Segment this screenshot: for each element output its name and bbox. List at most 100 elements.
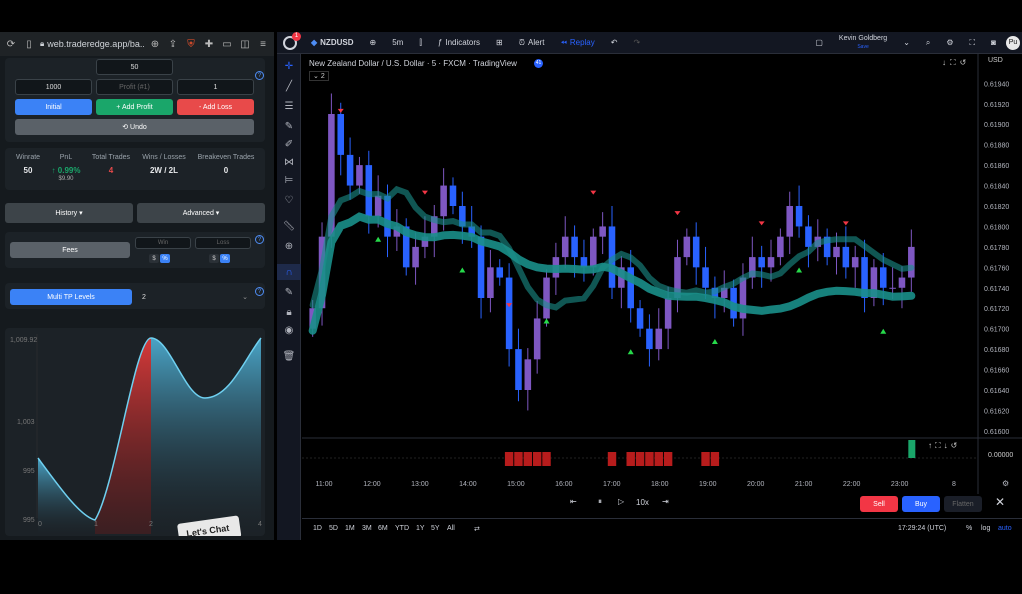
extensions-icon[interactable]: ✚ [202,39,216,50]
win-fee-toggle[interactable]: $% [149,254,170,263]
advanced-button[interactable]: Advanced ▾ [137,203,265,223]
interval-button[interactable]: 5m [384,38,411,47]
multi-tp-button[interactable]: Multi TP Levels [10,289,132,305]
indicators-button[interactable]: ƒ Indicators [430,38,488,47]
split-icon[interactable]: ◫ [238,39,252,50]
help-icon[interactable]: ? [255,235,264,244]
sell-signal-arrow [337,108,344,113]
percent-toggle[interactable]: % [966,525,972,532]
help-icon[interactable]: ? [255,287,264,296]
oscillator-bar [701,452,710,466]
undo-icon[interactable]: ↶ [603,38,626,47]
layout-select[interactable]: ▢ [807,38,831,47]
trendline-icon[interactable]: ╱ [277,78,301,94]
trash-icon[interactable]: 🗑︎ [277,348,301,364]
osc-controls[interactable]: ↑⛶↓↺ [928,441,960,451]
history-button[interactable]: History ▾ [5,203,133,223]
equity-curve-panel: 1,009.92 1,003 995 995 0 1 2 3 4 Let's C… [5,328,265,536]
help-icon[interactable]: ? [255,71,264,80]
buy-button[interactable]: Buy [902,496,940,512]
legend-toggle[interactable]: ⌄ 2 [309,71,329,81]
speed-button[interactable]: 10x [636,498,649,507]
fees-button[interactable]: Fees [10,242,130,258]
gear-icon[interactable]: ⚙ [938,38,961,47]
fullscreen-icon[interactable]: ⛶ [962,38,984,48]
menu-icon[interactable]: ≡ [256,39,270,50]
quantity-input[interactable]: 1 [177,79,254,95]
wallet-icon[interactable]: ▭ [220,39,234,50]
step-forward-icon[interactable]: ▷ [618,497,624,506]
share-icon[interactable]: ⇪ [166,39,180,50]
pattern-icon[interactable]: ⋈ [277,154,301,170]
ruler-icon[interactable]: 📏︎ [277,218,301,234]
user-menu[interactable]: Kevin Goldberg Save [831,35,895,51]
camera-icon[interactable]: ◙ [983,38,1004,47]
sell-button[interactable]: Sell [860,496,898,512]
tf-1m[interactable]: 1M [345,525,355,532]
multi-tp-select[interactable]: 2 ⌄ [137,289,255,305]
fib-icon[interactable]: ☰ [277,98,301,114]
win-fee-input[interactable]: Win [135,237,191,249]
lock-draw-icon[interactable]: ✎ [277,284,301,300]
tf-3m[interactable]: 3M [362,525,372,532]
tf-1y[interactable]: 1Y [416,525,425,532]
pen-icon[interactable]: ✐ [277,136,301,152]
replay-jump-icon[interactable]: ⇤ [570,497,577,506]
search-icon[interactable]: ⌕ [918,38,938,48]
profit-input[interactable]: Profit (#1) [96,79,173,95]
tf-5d[interactable]: 5D [329,525,338,532]
risk-input[interactable]: 50 [96,59,173,75]
currency-label[interactable]: USD [988,57,1003,64]
tf-5y[interactable]: 5Y [431,525,440,532]
flatten-button[interactable]: Flatten [944,496,982,512]
add-symbol-icon[interactable]: ⊕ [362,38,385,47]
symbol-search[interactable]: ◆ NZDUSD [303,38,362,47]
layouts-icon[interactable]: ⊞ [488,38,511,47]
add-profit-button[interactable]: + Add Profit [96,99,173,115]
jump-to-realtime-icon[interactable]: ⇥ [662,497,669,506]
loss-fee-input[interactable]: Loss [195,237,251,249]
chart-controls[interactable]: ↓⛶↺ [942,58,970,68]
alert-button[interactable]: ⏰︎ Alert [511,38,553,48]
candle-body [356,165,363,186]
eye-icon[interactable]: ◉ [277,322,301,338]
redo-icon[interactable]: ↷ [625,38,648,47]
chart-type-icon[interactable]: ⫿ [411,38,430,48]
publish-button[interactable]: Pu [1004,35,1022,50]
sidebar-icon[interactable]: ▯ [22,39,36,50]
chart-area[interactable]: 0.61940 0.61920 0.61900 0.61880 0.61860 0.618… [302,54,1022,540]
undo-button[interactable]: ⟲ Undo [15,119,254,135]
url-bar[interactable]: 🔒︎ web.traderedge.app/ba... [36,36,144,52]
buy-signal-arrow [543,318,550,324]
replay-button[interactable]: ⏪︎ Replay [552,38,602,48]
dropdown-icon[interactable]: ⌄ [895,38,918,47]
measure-icon[interactable]: ⊨ [277,172,301,188]
tf-all[interactable]: All [447,525,455,532]
tf-1d[interactable]: 1D [313,525,322,532]
logo-icon[interactable]: 1 [277,31,303,50]
pause-icon[interactable]: ⏸︎ [598,497,602,507]
balance-input[interactable]: 1000 [15,79,92,95]
tf-6m[interactable]: 6M [378,525,388,532]
zoom-in-icon[interactable]: ⊕ [277,238,301,254]
tf-ytd[interactable]: YTD [395,525,409,532]
buy-signal-arrow [711,339,718,344]
price-chart[interactable]: 0.61940 0.61920 0.61900 0.61880 0.61860 0.618… [302,54,1022,494]
date-range-icon[interactable]: ⇄ [474,525,480,533]
log-toggle[interactable]: log [981,525,990,532]
zoom-icon[interactable]: ⊕ [148,39,162,50]
initial-button[interactable]: Initial [15,99,92,115]
close-icon[interactable]: ✕ [995,495,1005,509]
brush-icon[interactable]: ✎ [277,118,301,134]
crosshair-icon[interactable]: ✛ [277,58,301,74]
lock-icon[interactable]: 🔒︎ [277,304,301,320]
loss-fee-toggle[interactable]: $% [209,254,230,263]
reload-icon[interactable]: ⟳ [4,39,18,50]
add-loss-button[interactable]: - Add Loss [177,99,254,115]
heart-icon[interactable]: ♡ [277,192,301,208]
magnet-icon[interactable]: ∩ [277,264,301,280]
brave-shield-icon[interactable]: ⛨ [184,39,198,50]
lock-icon: 🔒︎ [40,39,45,48]
clock: 17:29:24 (UTC) [898,525,947,532]
auto-toggle[interactable]: auto [998,525,1012,532]
